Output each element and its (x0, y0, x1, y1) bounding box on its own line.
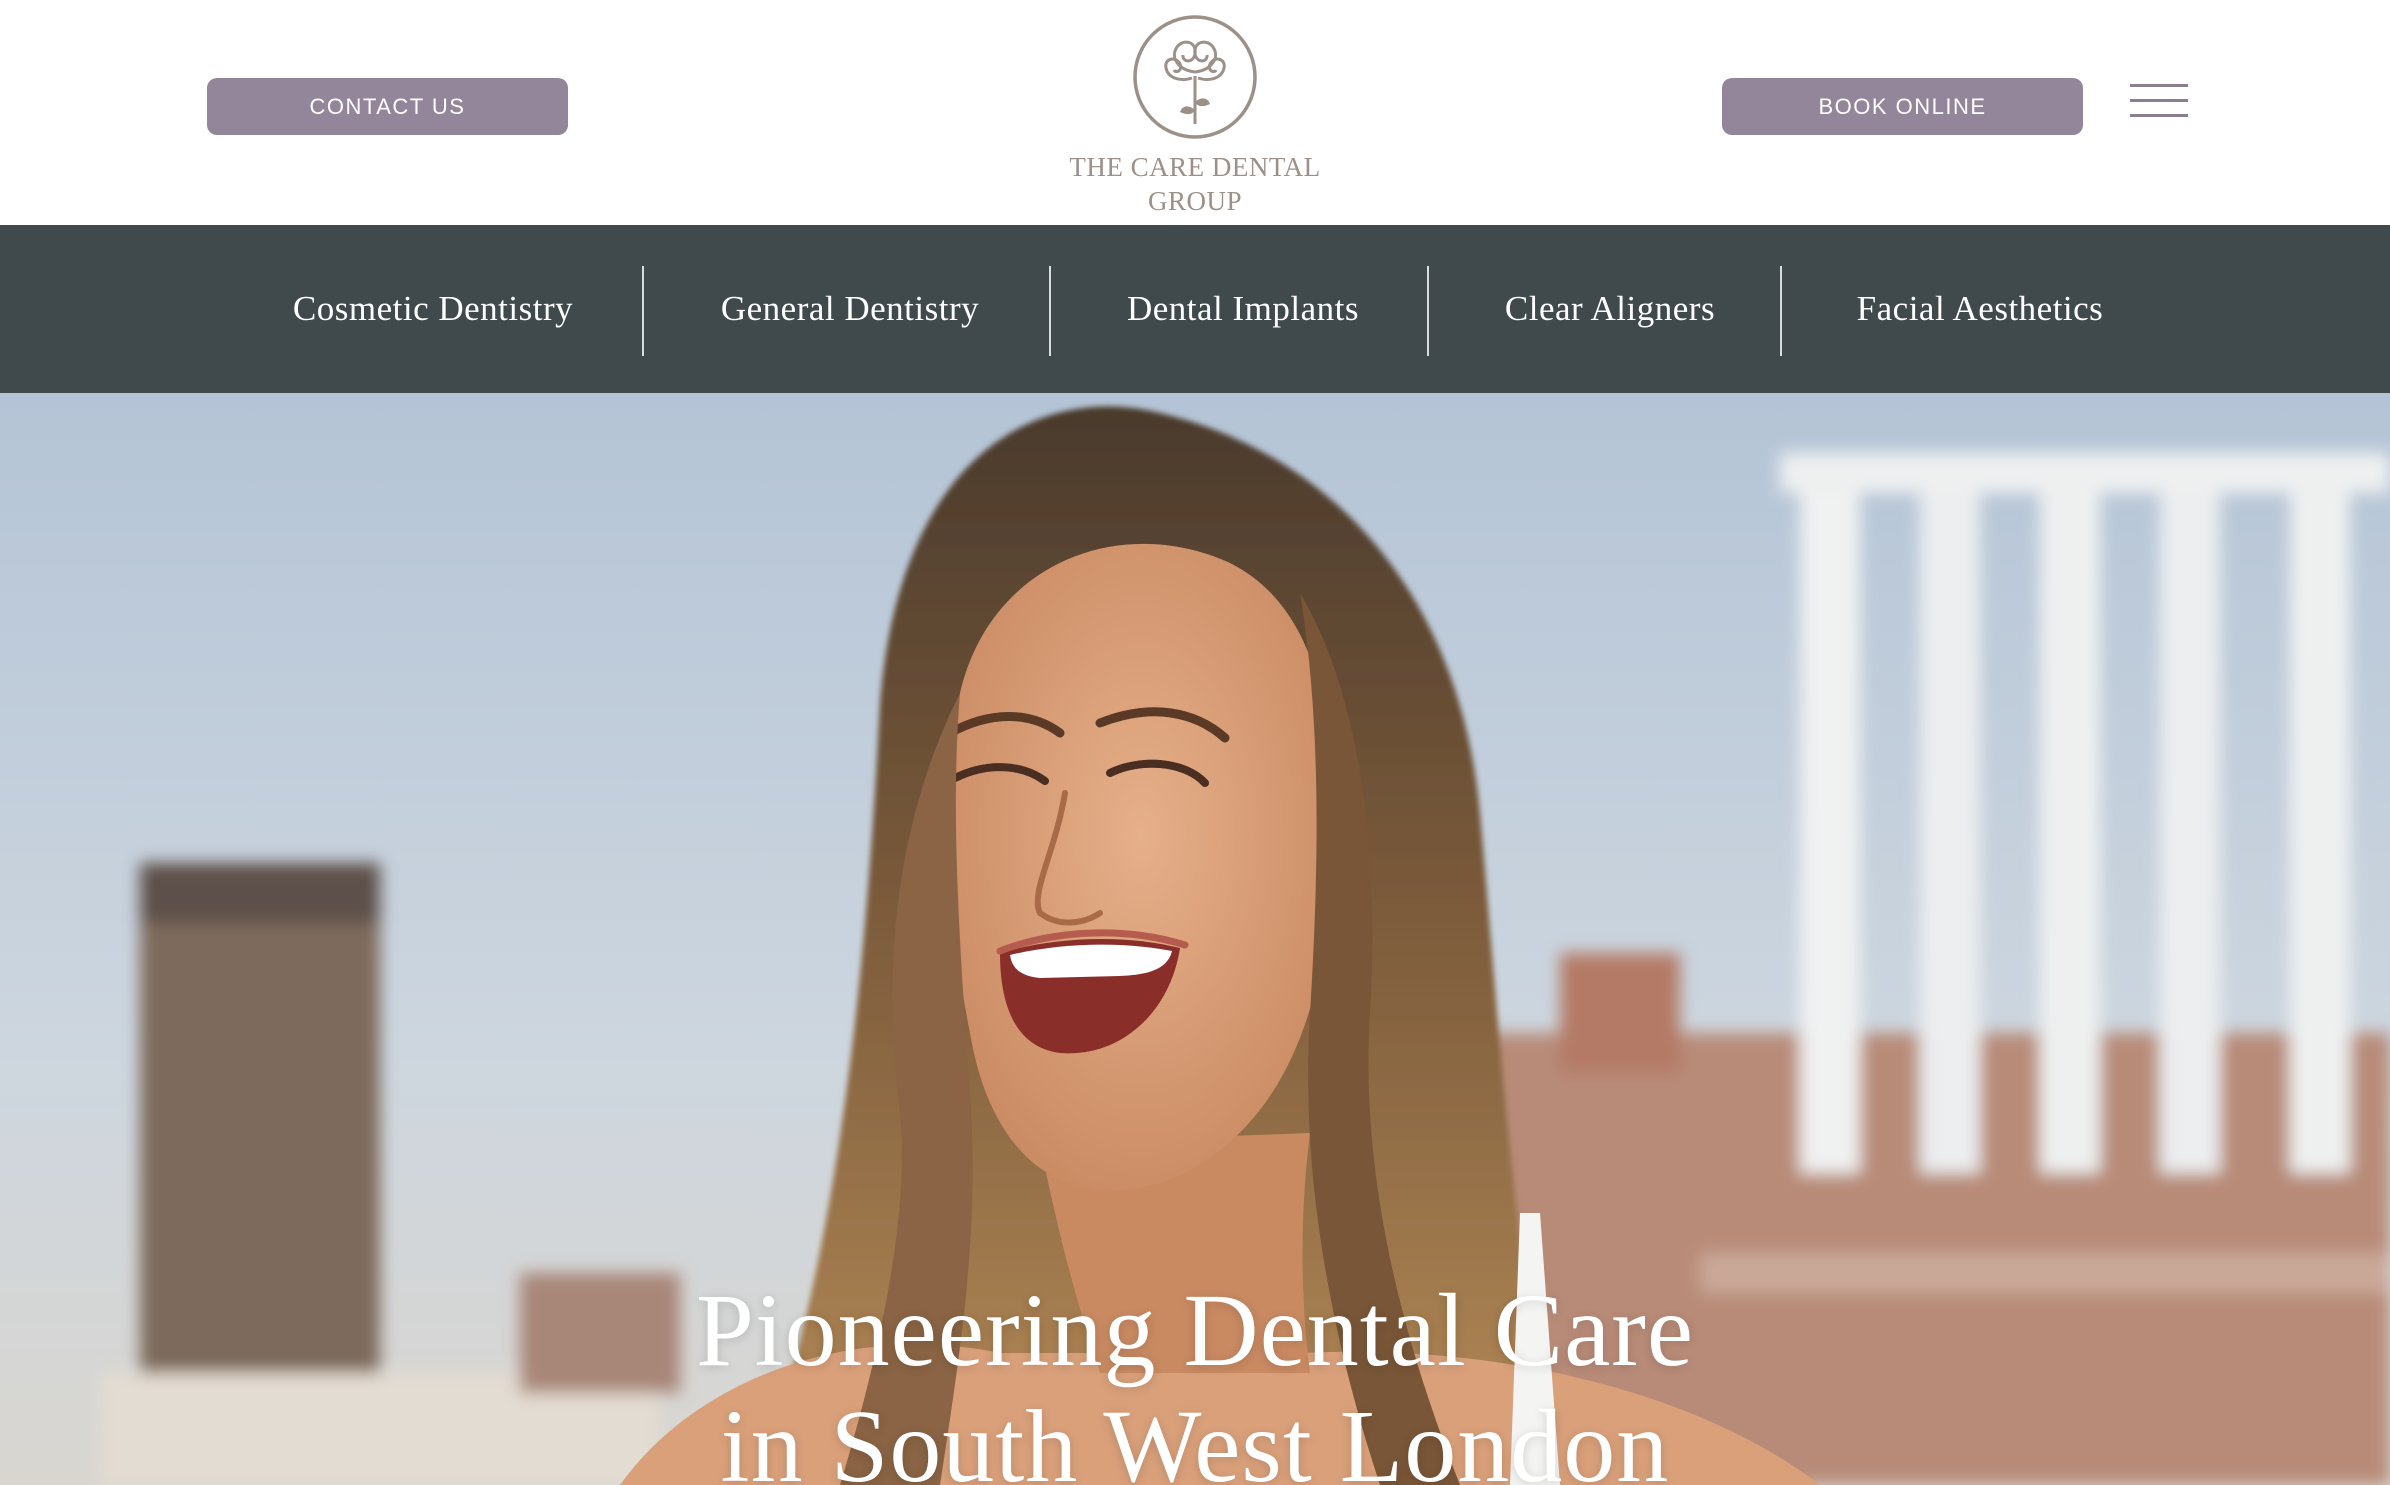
logo-wordmark: THE CARE DENTAL GROUP (1050, 150, 1340, 218)
hero-heading-line-2: in South West London (720, 1389, 1670, 1485)
hero-heading: Pioneering Dental Care in South West Lon… (0, 1273, 2390, 1485)
hamburger-line (2130, 84, 2188, 87)
nav-divider (1427, 266, 1429, 356)
hero-section: Pioneering Dental Care in South West Lon… (0, 393, 2390, 1485)
contact-us-button[interactable]: CONTACT US (207, 78, 568, 135)
nav-item-clear-aligners[interactable]: Clear Aligners (1480, 225, 1740, 393)
nav-item-dental-implants[interactable]: Dental Implants (1100, 225, 1386, 393)
nav-divider (642, 266, 644, 356)
nav-item-cosmetic-dentistry[interactable]: Cosmetic Dentistry (270, 225, 596, 393)
site-logo[interactable]: THE CARE DENTAL GROUP (1050, 8, 1340, 218)
nav-item-general-dentistry[interactable]: General Dentistry (690, 225, 1010, 393)
logo-line-2: GROUP (1147, 186, 1243, 216)
nav-item-facial-aesthetics[interactable]: Facial Aesthetics (1840, 225, 2120, 393)
hamburger-line (2130, 99, 2188, 102)
site-header: CONTACT US THE CARE DENTAL GROUP BOOK ON… (0, 0, 2390, 225)
logo-line-1: THE CARE DENTAL (1069, 152, 1321, 182)
nav-divider (1049, 266, 1051, 356)
main-navigation: Cosmetic Dentistry General Dentistry Den… (0, 225, 2390, 393)
nav-divider (1780, 266, 1782, 356)
hero-heading-line-1: Pioneering Dental Care (695, 1273, 1695, 1388)
hamburger-line (2130, 114, 2188, 117)
clover-logo-icon (1133, 15, 1257, 139)
book-online-button[interactable]: BOOK ONLINE (1722, 78, 2083, 135)
hamburger-menu-icon[interactable] (2130, 82, 2188, 120)
